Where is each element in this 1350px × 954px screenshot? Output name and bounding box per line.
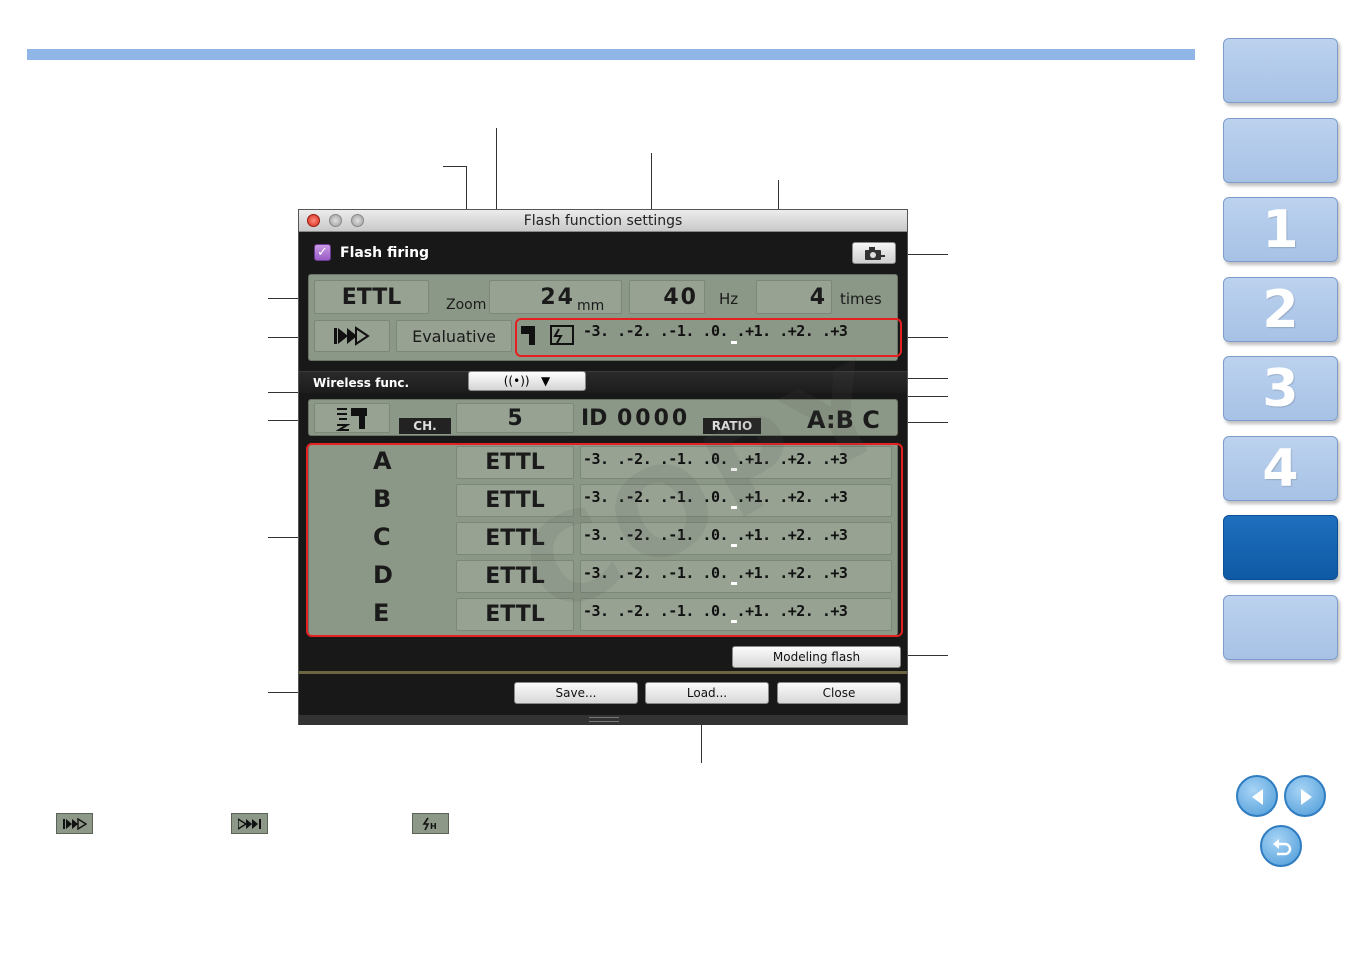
close-button[interactable]: Close: [777, 682, 901, 704]
side-tab-2[interactable]: 2: [1223, 277, 1338, 342]
save-button[interactable]: Save...: [514, 682, 638, 704]
zoom-label: Zoom: [446, 297, 487, 313]
side-tab-reference[interactable]: [1223, 515, 1338, 580]
side-tab-contents[interactable]: [1223, 38, 1338, 103]
metering-mode[interactable]: Evaluative: [396, 320, 512, 352]
return-icon: [1273, 839, 1292, 856]
side-tab-intro[interactable]: [1223, 118, 1338, 183]
arrow-left-icon: [1252, 789, 1263, 805]
flash-firing-label: Flash firing: [340, 245, 430, 261]
second-curtain-icon: [231, 813, 268, 834]
next-page-button[interactable]: [1284, 775, 1326, 817]
divider: [299, 671, 907, 674]
side-tab-3[interactable]: 3: [1223, 356, 1338, 421]
wireless-flash-icon: [335, 408, 367, 431]
previous-page-button[interactable]: [1236, 775, 1278, 817]
close-window-button[interactable]: [307, 214, 320, 227]
flash-firing-checkbox[interactable]: ✓: [314, 244, 331, 261]
wireless-label: Wireless func.: [313, 376, 410, 390]
zoom-unit: mm: [577, 298, 605, 314]
id-label: ID: [581, 406, 608, 431]
zoom-window-button[interactable]: [351, 214, 364, 227]
times-value[interactable]: 4: [756, 280, 832, 314]
callout-line: [443, 166, 466, 167]
first-curtain-sync-icon: [334, 326, 370, 346]
frequency-unit: Hz: [719, 290, 739, 308]
resize-grip-icon[interactable]: [589, 717, 619, 722]
side-tab-4[interactable]: 4: [1223, 436, 1338, 501]
wireless-master-button[interactable]: [314, 403, 390, 433]
channel-value[interactable]: 5: [456, 403, 574, 433]
modeling-flash-button[interactable]: Modeling flash: [732, 646, 901, 668]
minimize-window-button[interactable]: [329, 214, 342, 227]
channel-label: CH.: [399, 418, 451, 434]
camera-settings-button[interactable]: [852, 242, 896, 264]
side-tab-1[interactable]: 1: [1223, 197, 1338, 262]
wireless-select[interactable]: ((•)) ▼: [468, 371, 586, 391]
high-speed-sync-icon: H: [412, 813, 449, 834]
window-titlebar: Flash function settings: [299, 210, 907, 232]
side-tab-index[interactable]: [1223, 595, 1338, 660]
load-button[interactable]: Load...: [645, 682, 769, 704]
return-button[interactable]: [1260, 825, 1302, 867]
first-curtain-icon: [56, 813, 93, 834]
camera-icon: [865, 247, 885, 260]
frequency-value[interactable]: 40: [629, 280, 705, 314]
times-unit: times: [840, 290, 882, 308]
sync-mode-button[interactable]: [314, 320, 390, 352]
window-title: Flash function settings: [523, 213, 683, 229]
arrow-right-icon: [1301, 789, 1312, 805]
header-bar: [27, 49, 1195, 60]
svg-text:H: H: [430, 822, 437, 831]
flash-mode-display[interactable]: ETTL: [314, 280, 429, 314]
